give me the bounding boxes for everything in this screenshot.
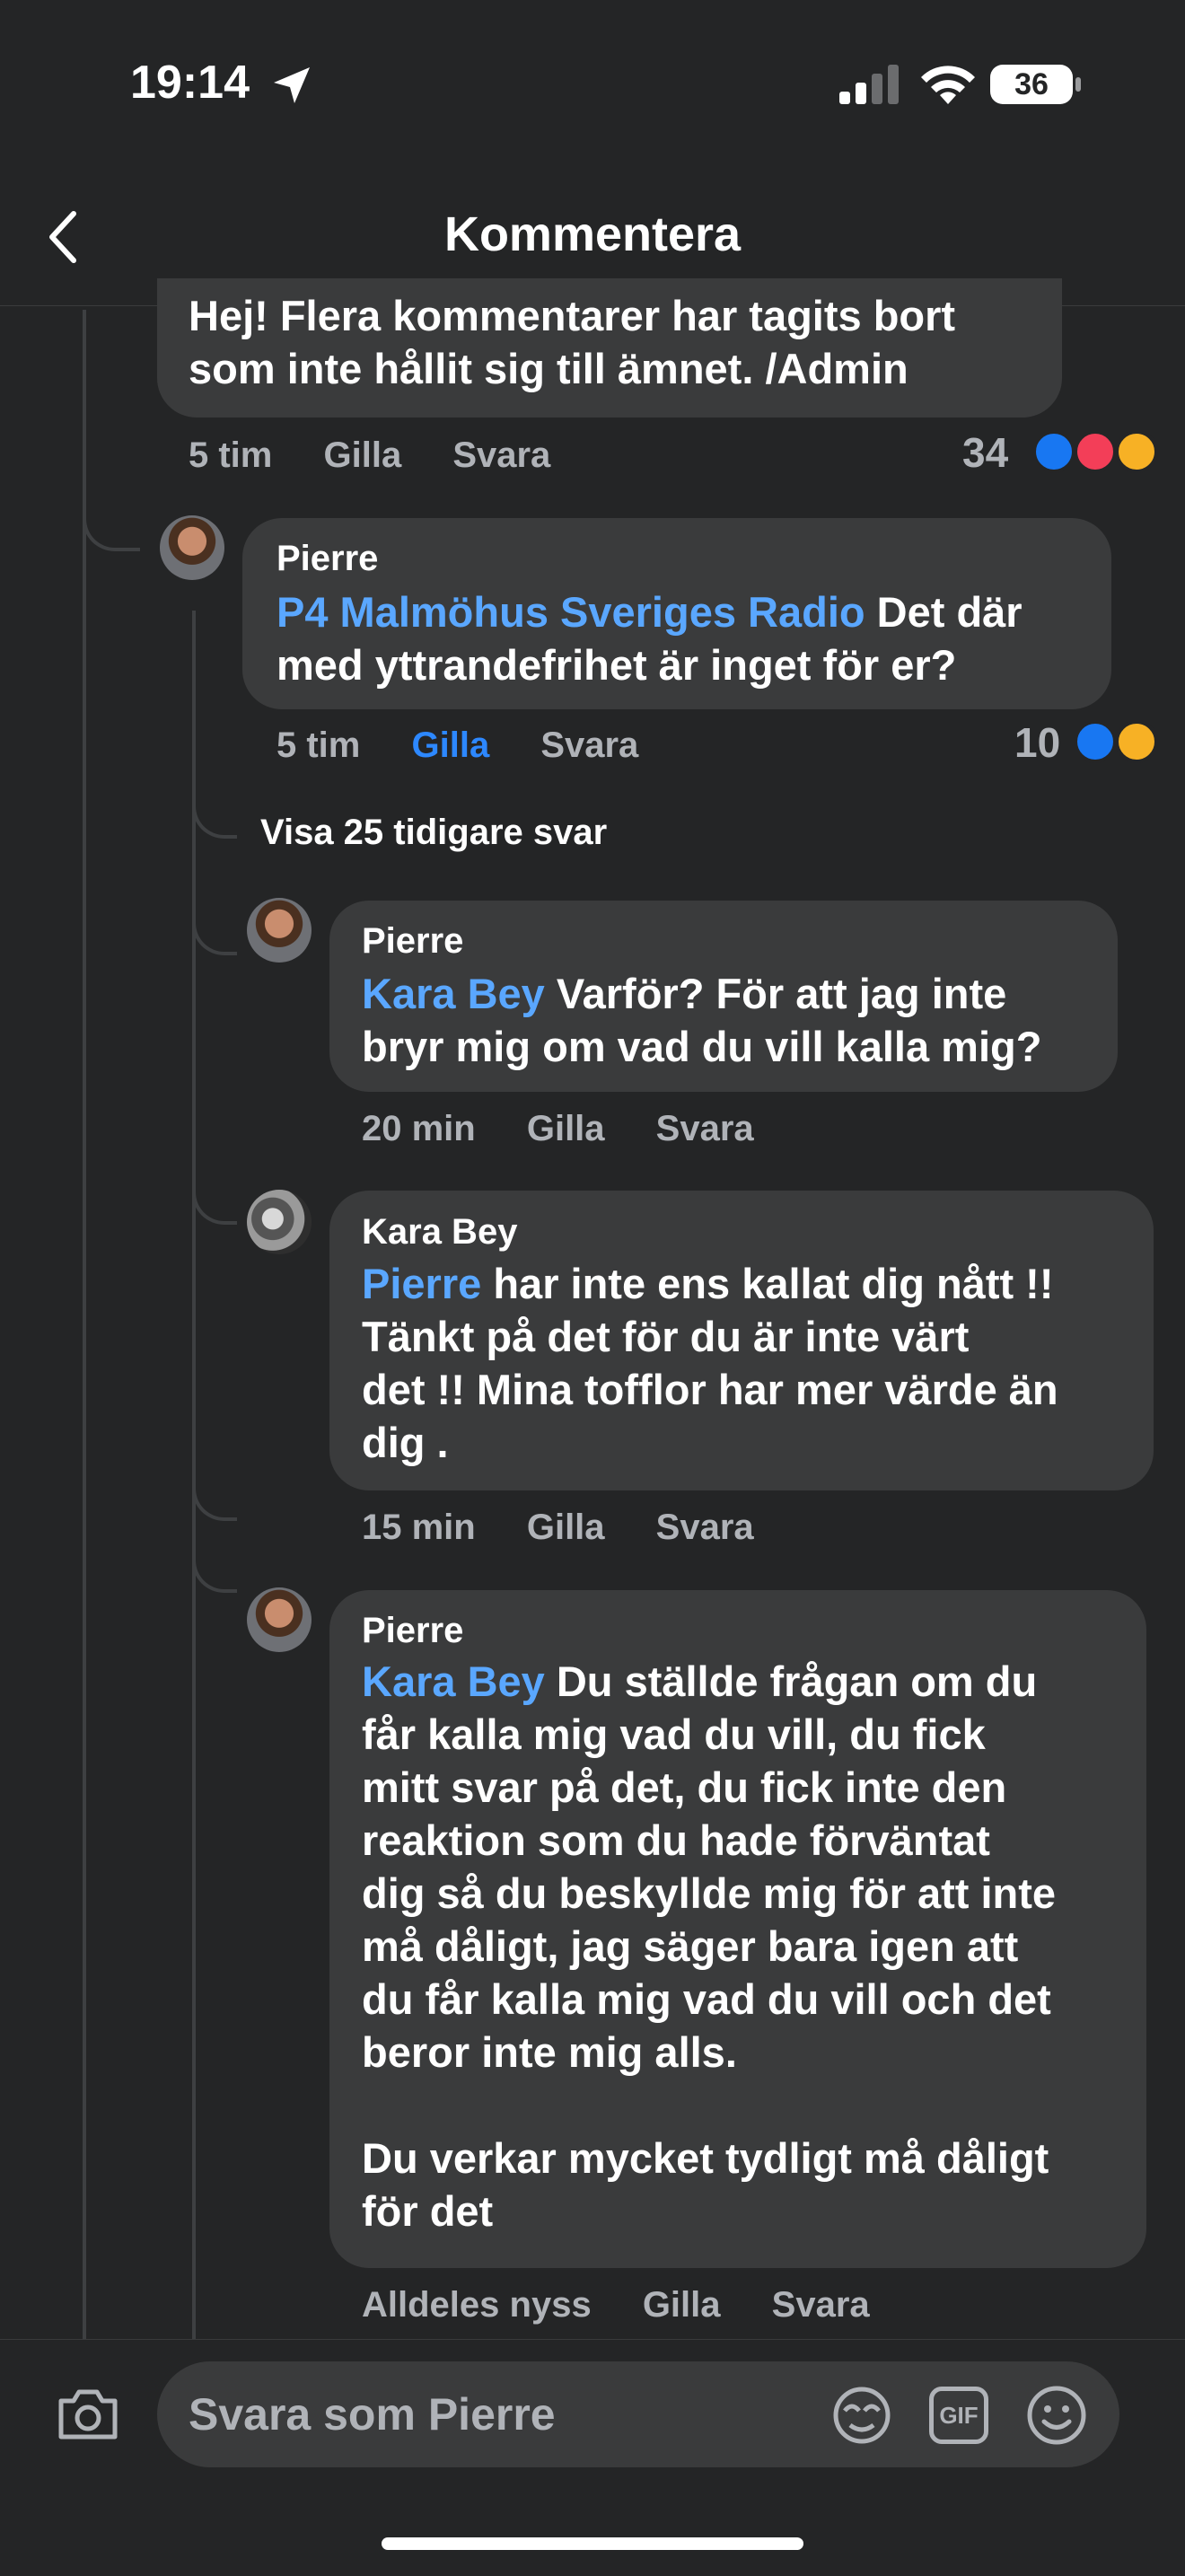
thread-curve [83, 485, 140, 551]
thread-curve [192, 772, 237, 839]
comment-text-line: dig så du beskyllde mig för att inte [362, 1869, 1057, 1917]
comment-text-line: Tänkt på det för du är inte värt [362, 1313, 970, 1360]
avatar-pierre[interactable] [247, 1587, 312, 1652]
gif-label: GIF [939, 2402, 979, 2429]
cellular-signal-icon [839, 65, 899, 104]
comment-author[interactable]: Kara Bey [362, 1212, 517, 1253]
like-button[interactable]: Gilla [323, 435, 401, 475]
status-time: 19:14 [130, 57, 250, 109]
comment-text-line: med yttrandefrihet är inget för er? [276, 641, 957, 689]
reaction-count[interactable]: 10 [1014, 718, 1060, 767]
avatar-kara-bey[interactable] [247, 1190, 312, 1254]
comment-text-line: det !! Mina tofflor har mer värde än [362, 1366, 1058, 1413]
camera-icon[interactable] [56, 2387, 120, 2442]
comment-text-line: som inte hållit sig till ämnet. /Admin [189, 345, 908, 392]
reply-button[interactable]: Svara [452, 435, 550, 475]
like-reaction-icon [1074, 720, 1117, 763]
thread-curve [192, 1464, 237, 1521]
reply-button[interactable]: Svara [540, 725, 638, 765]
comment-time: 5 tim [189, 435, 273, 475]
mention-link[interactable]: Pierre [362, 1260, 481, 1307]
show-previous-replies[interactable]: Visa 25 tidigare svar [260, 813, 607, 853]
comment-text: Kara Bey Varför? För att jag inte bryr m… [362, 967, 1107, 1073]
comment-text-line: reaktion som du hade förväntat [362, 1816, 990, 1864]
reaction-count[interactable]: 34 [962, 428, 1008, 477]
mention-link[interactable]: Kara Bey [362, 970, 545, 1017]
comment-meta: 5 tim Gilla Svara [189, 435, 550, 476]
comment-meta: 15 min Gilla Svara [362, 1508, 754, 1548]
reply-button[interactable]: Svara [656, 1109, 754, 1148]
comment-meta: 5 tim Gilla Svara [276, 725, 638, 766]
like-button[interactable]: Gilla [527, 1508, 605, 1547]
battery-nub [1075, 77, 1081, 92]
reply-input-placeholder: Svara som Pierre [189, 2389, 556, 2440]
thread-curve [192, 1167, 237, 1225]
comment-text: Kara Bey Du ställde frågan om du får kal… [362, 1655, 1143, 2238]
reply-button[interactable]: Svara [772, 2285, 870, 2325]
comment-time: Alldeles nyss [362, 2285, 592, 2325]
comment-text-line: mitt svar på det, du fick inte den [362, 1763, 1007, 1811]
comment-text: P4 Malmöhus Sveriges Radio Det där med y… [276, 585, 1093, 691]
like-button[interactable]: Gilla [411, 725, 489, 765]
battery-level: 36 [1014, 67, 1049, 101]
comment-text-line: för det [362, 2187, 494, 2235]
like-reaction-icon [1032, 430, 1075, 473]
avatar-pierre[interactable] [160, 515, 224, 580]
comment-text-line: Hej! Flera kommentarer har tagits bort [189, 292, 956, 339]
comment-time: 15 min [362, 1508, 476, 1547]
mention-link[interactable]: P4 Malmöhus Sveriges Radio [276, 588, 865, 636]
comment-text-line: har inte ens kallat dig nått !! [481, 1260, 1054, 1307]
haha-reaction-icon [1115, 720, 1158, 763]
comment-meta: 20 min Gilla Svara [362, 1109, 754, 1149]
thread-line-main [83, 310, 86, 2339]
comment-text-line: får kalla mig vad du vill, du fick [362, 1710, 986, 1758]
comment-text-line: Du verkar mycket tydligt må dåligt [362, 2134, 1049, 2182]
gif-button[interactable]: GIF [929, 2387, 988, 2444]
comment-text: Hej! Flera kommentarer har tagits bort s… [189, 289, 1050, 395]
love-reaction-icon [1074, 430, 1117, 473]
thread-curve [192, 898, 237, 955]
comment-text-line: Du ställde frågan om du [544, 1657, 1038, 1705]
comment-time: 20 min [362, 1109, 476, 1148]
comment-text-line: Varför? För att jag inte [544, 970, 1007, 1017]
comment-time: 5 tim [276, 725, 361, 765]
comment-meta: Alldeles nyss Gilla Svara [362, 2285, 870, 2325]
home-indicator [382, 2537, 803, 2550]
care-reaction-icon [1115, 430, 1158, 473]
thread-curve [192, 1535, 237, 1593]
like-button[interactable]: Gilla [643, 2285, 721, 2325]
battery-indicator: 36 [990, 65, 1073, 104]
emoji-icon[interactable] [1025, 2384, 1088, 2447]
comment-text-line: må dåligt, jag säger bara igen att [362, 1922, 1019, 1970]
like-button[interactable]: Gilla [527, 1109, 605, 1148]
comment-text-line: Det där [865, 588, 1023, 636]
page-title: Kommentera [443, 207, 742, 261]
comment-author[interactable]: Pierre [362, 1611, 463, 1651]
comment-text-line: beror inte mig alls. [362, 2028, 737, 2076]
comment-text: Pierre har inte ens kallat dig nått !! T… [362, 1257, 1147, 1469]
comment-text-line: bryr mig om vad du vill kalla mig? [362, 1023, 1042, 1070]
reply-button[interactable]: Svara [656, 1508, 754, 1547]
comment-author[interactable]: Pierre [362, 921, 463, 962]
location-arrow-icon [274, 67, 310, 103]
avatar-pierre[interactable] [247, 898, 312, 963]
wifi-icon [921, 66, 975, 104]
comment-text-line: dig . [362, 1419, 449, 1466]
mention-link[interactable]: Kara Bey [362, 1657, 545, 1705]
comment-text-line: du får kalla mig vad du vill och det [362, 1975, 1051, 2023]
avatar-sticker-icon[interactable] [830, 2384, 893, 2447]
comment-author[interactable]: Pierre [276, 539, 378, 579]
